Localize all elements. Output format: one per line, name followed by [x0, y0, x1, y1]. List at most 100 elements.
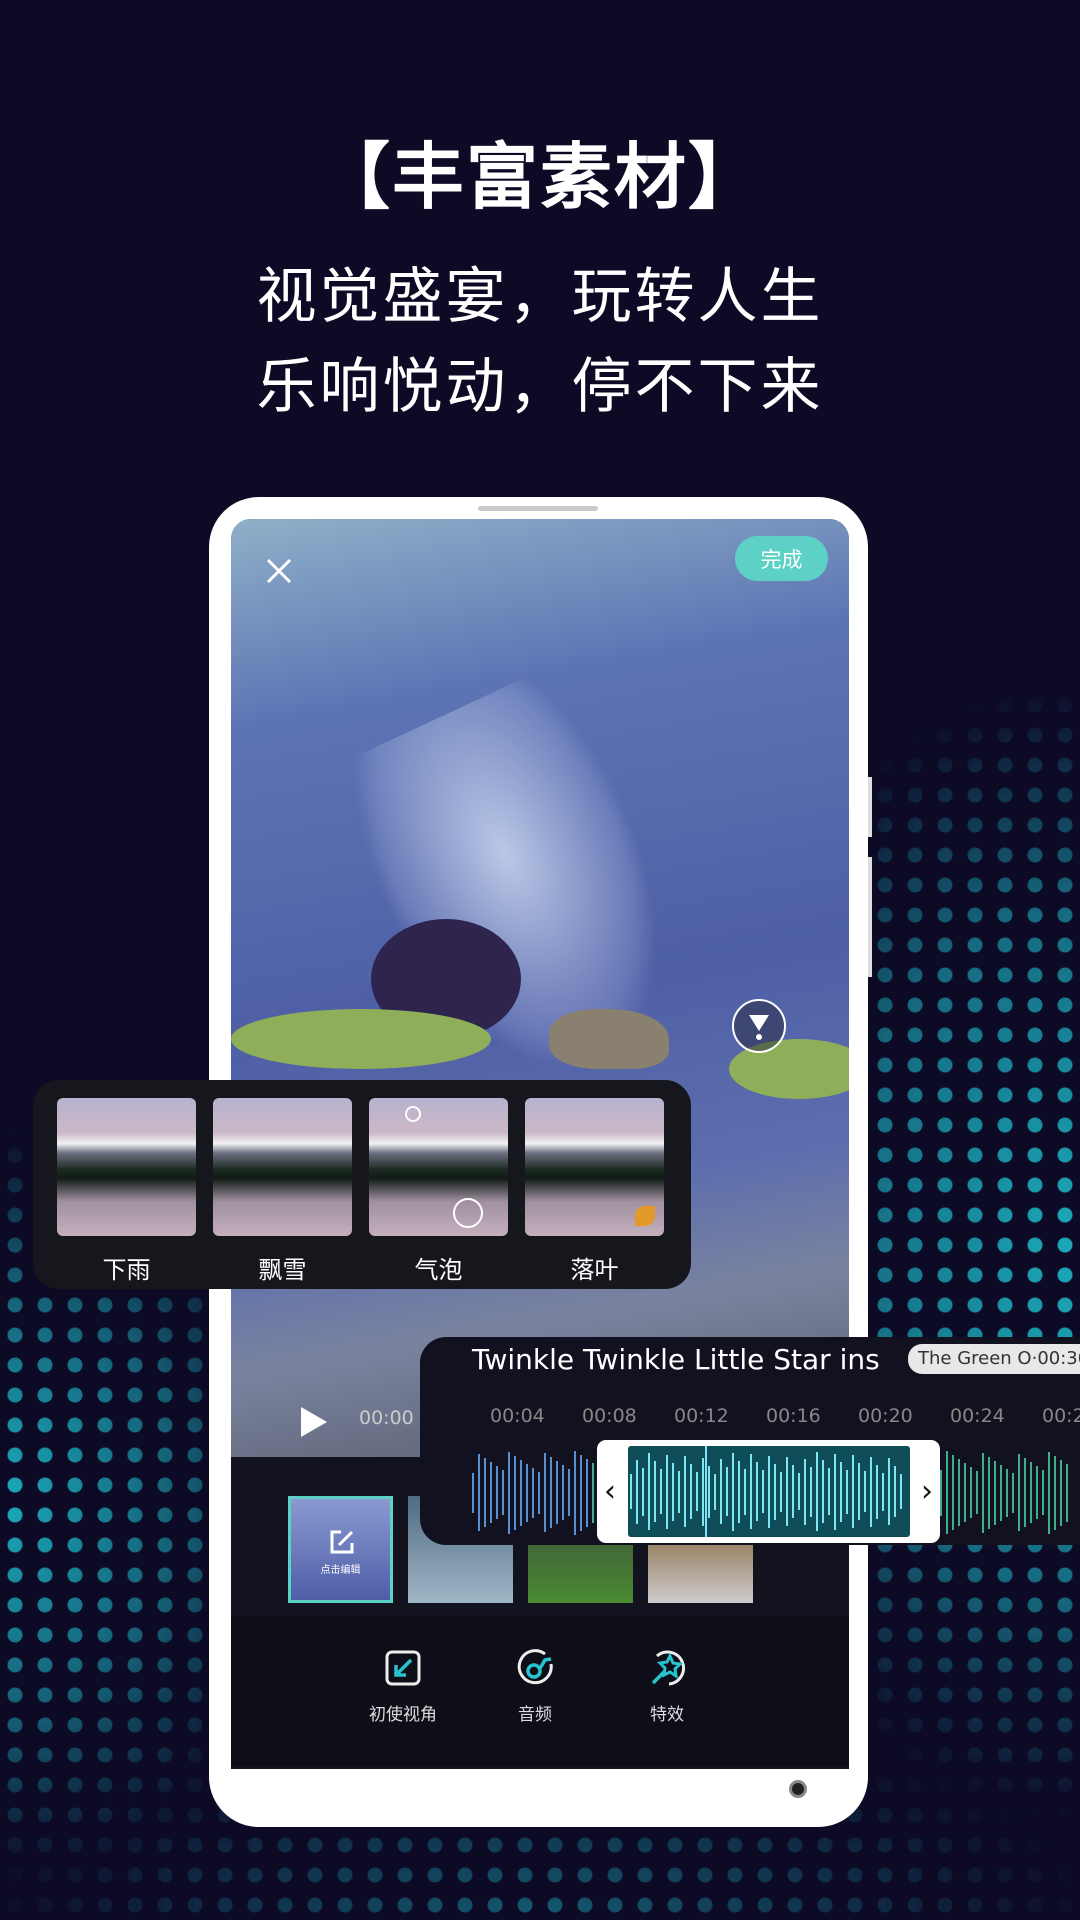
trim-selection[interactable]: ‹ ›: [597, 1440, 940, 1543]
gyroscope-icon[interactable]: [732, 999, 786, 1053]
wave-bar: [654, 1461, 656, 1522]
effect-leaves[interactable]: 落叶: [525, 1098, 664, 1285]
wave-bar: [648, 1453, 650, 1530]
wave-bar: [958, 1459, 960, 1526]
wave-bar: [526, 1463, 528, 1522]
video-preview[interactable]: [231, 519, 849, 1457]
wave-bar: [514, 1455, 516, 1530]
wave-bar: [834, 1453, 836, 1530]
magic-wand-icon: [651, 1650, 685, 1686]
tick-label: 00:08: [582, 1405, 637, 1427]
wave-bar: [828, 1468, 830, 1515]
playhead[interactable]: [705, 1446, 707, 1537]
wave-bar: [1036, 1466, 1038, 1519]
wave-bar: [684, 1456, 686, 1527]
effect-thumbnail: [369, 1098, 508, 1236]
artist-duration-badge: The Green O·00:30: [908, 1344, 1080, 1374]
wave-bar: [556, 1461, 558, 1524]
wave-bar: [672, 1462, 674, 1521]
wave-bar: [762, 1470, 764, 1513]
speaker-notch: [478, 506, 598, 511]
effect-bubbles[interactable]: 气泡: [369, 1098, 508, 1285]
effect-thumbnail: [57, 1098, 196, 1236]
side-button: [868, 857, 872, 977]
wave-bar: [982, 1452, 984, 1533]
wave-bar: [496, 1466, 498, 1519]
wave-bar: [882, 1472, 884, 1511]
wave-bar: [774, 1463, 776, 1520]
done-button[interactable]: 完成: [735, 536, 828, 581]
wave-bar: [666, 1454, 668, 1529]
wave-bar: [678, 1470, 680, 1513]
wave-bar: [852, 1455, 854, 1528]
wave-bar: [636, 1459, 638, 1524]
tick-label: 00:24: [950, 1405, 1005, 1427]
toolbar-item-view-angle[interactable]: 初使视角: [353, 1648, 453, 1725]
close-icon[interactable]: [265, 557, 293, 585]
wave-bar: [592, 1462, 594, 1523]
play-icon[interactable]: [301, 1407, 327, 1437]
wave-bar: [1030, 1462, 1032, 1523]
toolbar-label: 特效: [650, 1705, 684, 1725]
wave-bar: [1018, 1454, 1020, 1531]
wave-bar: [502, 1470, 504, 1515]
wave-bar: [732, 1452, 734, 1531]
wave-bar: [708, 1465, 710, 1518]
wave-bar: [876, 1464, 878, 1519]
wave-bar: [472, 1472, 474, 1513]
subtitle-line-2: 乐响悦动，停不下来: [256, 352, 824, 422]
music-note-icon: [517, 1649, 553, 1685]
wave-bar: [822, 1460, 824, 1523]
wave-bar: [994, 1460, 996, 1525]
wave-bar: [810, 1466, 812, 1517]
toolbar-label: 初使视角: [369, 1705, 437, 1725]
wave-bar: [792, 1465, 794, 1518]
wave-bar: [894, 1466, 896, 1517]
wave-bar: [970, 1467, 972, 1518]
wave-bar: [562, 1465, 564, 1520]
effect-label: 飘雪: [258, 1256, 307, 1284]
effect-rain[interactable]: 下雨: [57, 1098, 196, 1285]
wave-bar: [988, 1456, 990, 1529]
clip-edit-label: 点击编辑: [320, 1565, 361, 1576]
tick-label: 00:04: [490, 1405, 545, 1427]
wave-bar: [586, 1458, 588, 1527]
tick-label: 00:12: [674, 1405, 729, 1427]
wave-bar: [1060, 1459, 1062, 1526]
wave-bar: [580, 1454, 582, 1531]
rock-decoration: [549, 1009, 669, 1069]
wave-bar: [696, 1472, 698, 1511]
effect-thumbnail: [525, 1098, 664, 1236]
tick-label: 00:20: [858, 1405, 913, 1427]
effect-label: 下雨: [102, 1256, 151, 1284]
trim-left-handle-icon[interactable]: ‹: [604, 1474, 616, 1509]
wave-bar: [642, 1467, 644, 1516]
toolbar-item-effects[interactable]: 特效: [617, 1648, 717, 1725]
wave-bar: [864, 1471, 866, 1512]
wave-bar: [520, 1459, 522, 1526]
wave-bar: [508, 1451, 510, 1534]
wave-bar: [630, 1474, 632, 1509]
trim-right-handle-icon[interactable]: ›: [921, 1474, 933, 1509]
wave-bar: [1012, 1472, 1014, 1513]
headline: 【丰富素材】: [317, 135, 762, 219]
wave-bar: [964, 1463, 966, 1522]
wave-bar: [804, 1458, 806, 1525]
effect-snow[interactable]: 飘雪: [213, 1098, 352, 1285]
toolbar-item-audio[interactable]: 音频: [485, 1648, 585, 1725]
wave-bar: [714, 1473, 716, 1510]
wave-bar: [1000, 1464, 1002, 1521]
wave-bar: [538, 1471, 540, 1514]
bottom-toolbar: 初使视角 音频 特效: [231, 1616, 849, 1766]
wave-bar: [550, 1457, 552, 1528]
wave-bar: [846, 1469, 848, 1514]
effect-label: 气泡: [414, 1256, 463, 1284]
wave-bar: [940, 1469, 942, 1516]
wave-bar: [478, 1454, 480, 1531]
tick-label: 00:16: [766, 1405, 821, 1427]
wave-bar: [726, 1467, 728, 1516]
selected-waveform: [628, 1446, 910, 1537]
clip-thumbnail-selected[interactable]: 点击编辑: [288, 1496, 393, 1603]
wave-bar: [750, 1454, 752, 1529]
wave-bar: [786, 1457, 788, 1526]
